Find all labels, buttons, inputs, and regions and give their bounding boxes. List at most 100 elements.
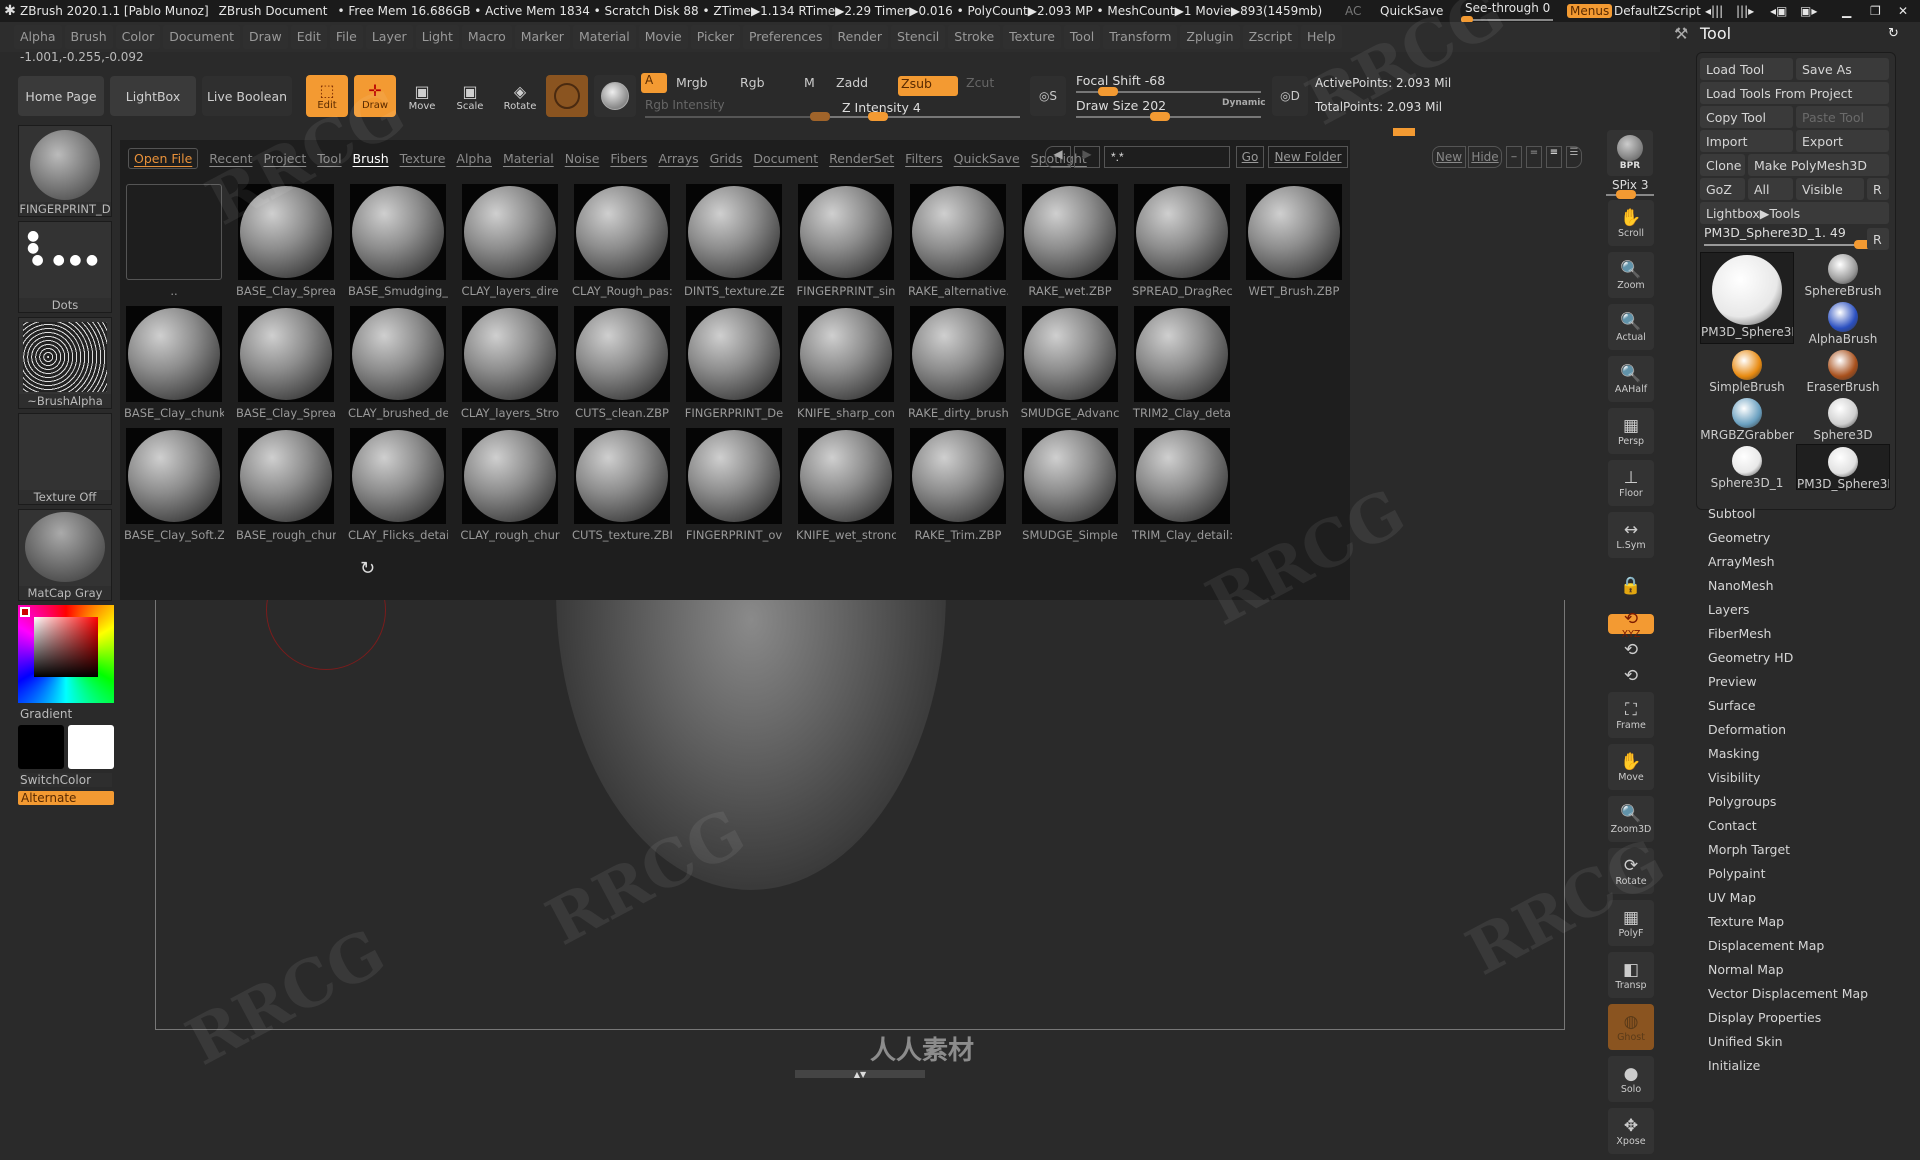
lock-camera-button[interactable]: 🔒 <box>1608 564 1654 608</box>
menu-layer[interactable]: Layer <box>365 25 413 49</box>
lightbox-tools-button[interactable]: Lightbox▶Tools <box>1700 202 1889 224</box>
tool-thumbnail[interactable]: EraserBrush <box>1796 348 1890 394</box>
scroll-button[interactable]: ✋ Scroll <box>1608 200 1654 246</box>
stroke-d-button[interactable]: ◎ D <box>1272 76 1308 116</box>
menu-color[interactable]: Color <box>115 25 161 49</box>
brush-thumbnail[interactable]: BASE_Clay_Sprea <box>236 306 336 426</box>
zsub-button[interactable]: Zsub <box>898 76 958 96</box>
brush-thumbnail[interactable]: CUTS_clean.ZBP <box>572 306 672 426</box>
solo-button[interactable]: ● Solo <box>1608 1056 1654 1102</box>
menu-file[interactable]: File <box>329 25 363 49</box>
alpha-thumb[interactable]: ~BrushAlpha <box>18 317 112 409</box>
close-icon[interactable]: ✕ <box>1898 4 1908 18</box>
gradient-label[interactable]: Gradient <box>20 707 112 721</box>
actual-button[interactable]: 🔍 Actual <box>1608 304 1654 350</box>
scale-button[interactable]: ▣ Scale <box>450 77 490 117</box>
main-color-swatch[interactable] <box>18 725 64 769</box>
menu-light[interactable]: Light <box>415 25 459 49</box>
default-zscript[interactable]: DefaultZScript <box>1614 4 1701 18</box>
rotate-button[interactable]: ⟳ Rotate <box>1608 848 1654 894</box>
lightbox-tab-arrays[interactable]: Arrays <box>658 151 698 166</box>
tool-thumbnail[interactable]: Sphere3D <box>1796 396 1890 442</box>
brush-thumbnail[interactable]: TRIM2_Clay_deta <box>1132 306 1232 426</box>
lightbox-tab-texture[interactable]: Texture <box>400 151 446 166</box>
mrgb-button[interactable]: Mrgb <box>676 75 708 90</box>
stroke-thumb[interactable]: ● ● ● ● ● ● Dots <box>18 221 112 313</box>
brush-thumbnail[interactable]: KNIFE_sharp_con <box>796 306 896 426</box>
refresh-icon[interactable]: ↻ <box>360 558 375 579</box>
tool-thumbnail[interactable]: PM3D_Sphere3D <box>1796 444 1890 491</box>
submenu-vector-displacement-map[interactable]: Vector Displacement Map <box>1708 982 1868 1006</box>
submenu-displacement-map[interactable]: Displacement Map <box>1708 934 1868 958</box>
lightbox-tab-tool[interactable]: Tool <box>317 151 341 166</box>
move-button[interactable]: ▣ Move <box>402 77 442 117</box>
lightbox-tab-noise[interactable]: Noise <box>565 151 600 166</box>
tool-thumbnail[interactable]: AlphaBrush <box>1796 300 1890 346</box>
brush-thumbnail[interactable]: TRIM_Clay_detail: <box>1132 428 1232 548</box>
secondary-color-swatch[interactable] <box>68 725 114 769</box>
menu-stroke[interactable]: Stroke <box>948 25 1001 49</box>
submenu-arraymesh[interactable]: ArrayMesh <box>1708 550 1868 574</box>
size-large-icon[interactable]: ≡ <box>1546 146 1562 168</box>
brush-thumbnail[interactable]: FINGERPRINT_sin <box>796 184 896 304</box>
size-medium-icon[interactable]: = <box>1526 146 1542 168</box>
tool-thumbnail[interactable]: PM3D_Sphere3D <box>1700 252 1794 344</box>
menu-zplugin[interactable]: Zplugin <box>1180 25 1240 49</box>
size-list-icon[interactable]: ☰ <box>1566 146 1582 168</box>
zadd-button[interactable]: Zadd <box>836 75 868 90</box>
spix-slider[interactable] <box>1606 190 1654 199</box>
expand-ui-icon[interactable]: |||▸ <box>1736 4 1754 18</box>
brush-thumbnail[interactable]: RAKE_alternative. <box>908 184 1008 304</box>
submenu-unified-skin[interactable]: Unified Skin <box>1708 1030 1868 1054</box>
menu-edit[interactable]: Edit <box>290 25 327 49</box>
submenu-normal-map[interactable]: Normal Map <box>1708 958 1868 982</box>
lightbox-button[interactable]: LightBox <box>110 76 196 116</box>
goz-button[interactable]: GoZ <box>1700 178 1745 200</box>
brush-thumbnail[interactable]: WET_Brush.ZBP <box>1244 184 1344 304</box>
ac-indicator[interactable]: AC <box>1345 4 1361 18</box>
brush-thumbnail[interactable]: BASE_Smudging_ <box>348 184 448 304</box>
menu-macro[interactable]: Macro <box>461 25 512 49</box>
lightbox-tab-open-file[interactable]: Open File <box>128 147 199 169</box>
menu-picker[interactable]: Picker <box>690 25 740 49</box>
brush-thumbnail[interactable]: CUTS_texture.ZBI <box>572 428 672 548</box>
new-button[interactable]: New <box>1432 146 1466 168</box>
rgb-intensity-slider[interactable] <box>645 112 830 121</box>
brush-thumbnail[interactable]: FINGERPRINT_De <box>684 306 784 426</box>
menu-stencil[interactable]: Stencil <box>891 25 946 49</box>
lightbox-tab-fibers[interactable]: Fibers <box>610 151 647 166</box>
submenu-initialize[interactable]: Initialize <box>1708 1054 1868 1078</box>
prev-arrow-icon[interactable]: ◀ <box>1045 146 1071 168</box>
submenu-surface[interactable]: Surface <box>1708 694 1868 718</box>
submenu-geometry-hd[interactable]: Geometry HD <box>1708 646 1868 670</box>
slider-knob[interactable] <box>1616 190 1636 199</box>
menu-preferences[interactable]: Preferences <box>742 25 829 49</box>
rgb-button[interactable]: Rgb <box>740 75 765 90</box>
color-picker[interactable] <box>18 605 114 703</box>
goz-visible-button[interactable]: Visible <box>1796 178 1864 200</box>
material-sphere-button[interactable] <box>594 75 636 117</box>
texture-thumb[interactable]: Texture Off <box>18 413 112 505</box>
menu-document[interactable]: Document <box>163 25 241 49</box>
brush-thumbnail[interactable]: CLAY_layers_dire <box>460 184 560 304</box>
brush-thumbnail[interactable]: CLAY_Flicks_detai <box>348 428 448 548</box>
brush-thumbnail[interactable]: CLAY_brushed_de <box>348 306 448 426</box>
slider-knob[interactable] <box>1150 112 1170 121</box>
goz-all-button[interactable]: All <box>1748 178 1793 200</box>
submenu-deformation[interactable]: Deformation <box>1708 718 1868 742</box>
lsym-button[interactable]: ↔ L.Sym <box>1608 512 1654 558</box>
brush-thumbnail[interactable]: RAKE_Trim.ZBP <box>908 428 1008 548</box>
menu-help[interactable]: Help <box>1301 25 1342 49</box>
restore-icon[interactable]: ❐ <box>1870 4 1881 18</box>
menu-movie[interactable]: Movie <box>638 25 688 49</box>
tool-thumbnail[interactable]: SimpleBrush <box>1700 348 1794 394</box>
zcut-button[interactable]: Zcut <box>966 75 994 90</box>
sculpt-mode-button[interactable] <box>546 75 588 117</box>
home-page-button[interactable]: Home Page <box>18 76 104 116</box>
lightbox-tab-alpha[interactable]: Alpha <box>456 151 492 166</box>
submenu-morph-target[interactable]: Morph Target <box>1708 838 1868 862</box>
brush-thumbnail[interactable]: BASE_Clay_chunk <box>124 306 224 426</box>
parent-folder[interactable]: .. <box>124 184 224 304</box>
persp-button[interactable]: ▦ Persp <box>1608 408 1654 454</box>
transp-button[interactable]: ◧ Transp <box>1608 952 1654 998</box>
